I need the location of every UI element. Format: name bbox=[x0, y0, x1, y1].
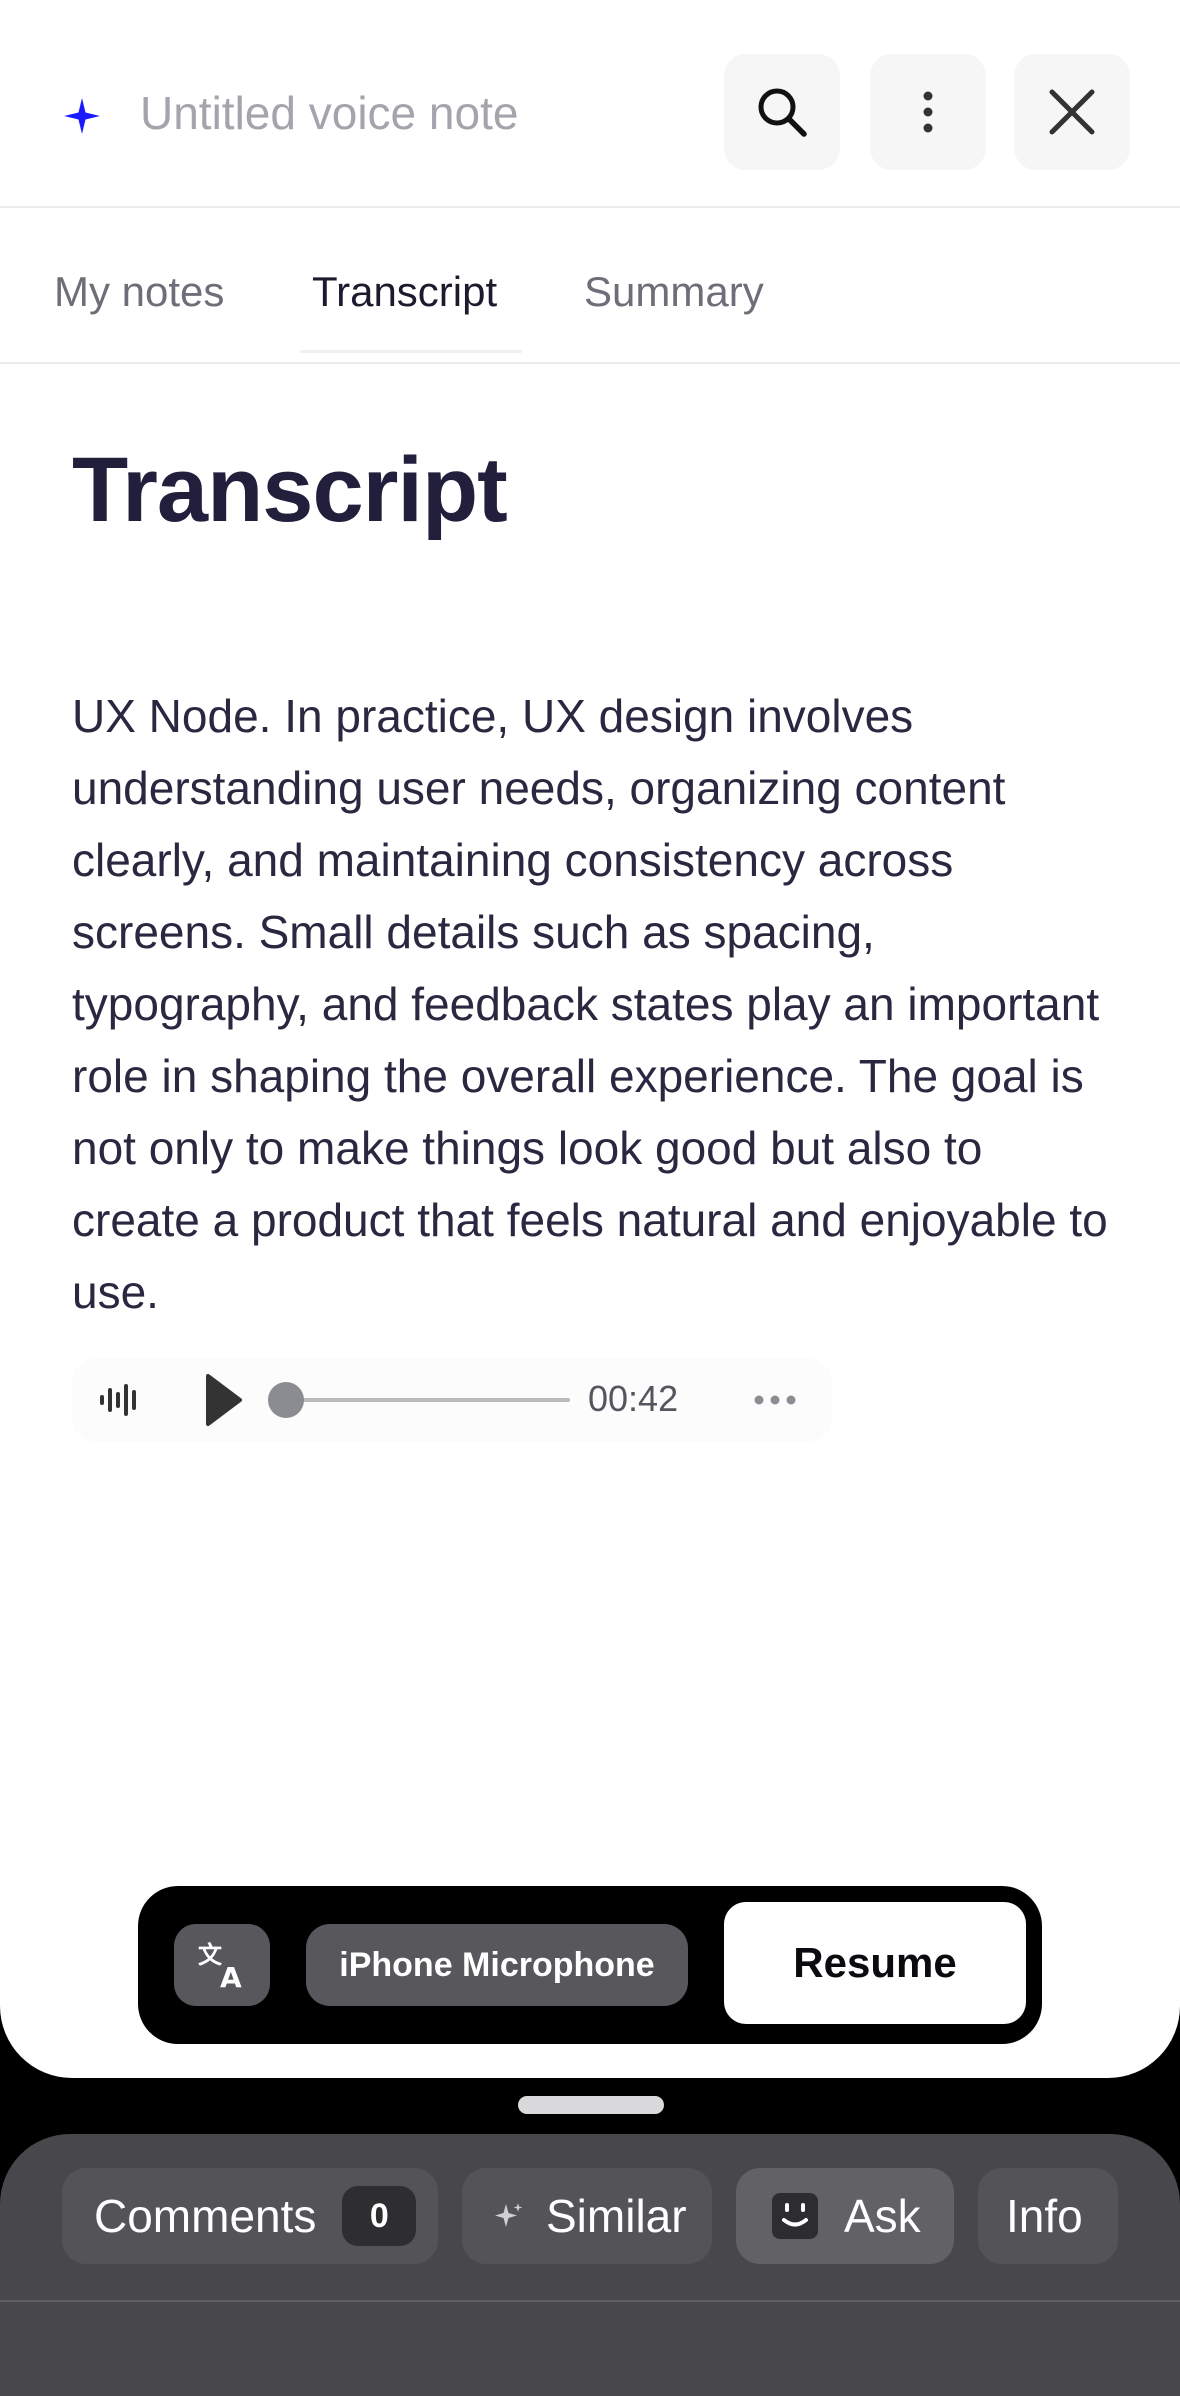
ask-label: Ask bbox=[844, 2190, 921, 2242]
microphone-selector[interactable]: iPhone Microphone bbox=[306, 1924, 688, 2006]
playback-track[interactable] bbox=[270, 1398, 570, 1402]
comments-count-badge: 0 bbox=[342, 2186, 417, 2246]
transcript-text: UX Node. In practice, UX design involves… bbox=[72, 690, 1108, 1318]
divider bbox=[0, 2300, 1180, 2302]
tab-summary[interactable]: Summary bbox=[584, 262, 764, 322]
bottom-action-bar: Comments 0 Similar Ask Info bbox=[0, 2134, 1180, 2396]
waveform-icon[interactable] bbox=[98, 1380, 142, 1420]
tab-bar: My notes Transcript Summary bbox=[0, 210, 1180, 364]
note-sheet: My notes Transcript Summary Transcript U… bbox=[0, 0, 1180, 2078]
close-button[interactable] bbox=[1014, 54, 1130, 170]
search-button[interactable] bbox=[724, 54, 840, 170]
playback-scrubber[interactable] bbox=[268, 1382, 304, 1418]
tab-my-notes[interactable]: My notes bbox=[54, 262, 224, 322]
play-icon[interactable] bbox=[204, 1372, 244, 1428]
drag-handle[interactable] bbox=[518, 2096, 664, 2114]
similar-label: Similar bbox=[546, 2190, 687, 2242]
info-label: Info bbox=[1006, 2190, 1083, 2242]
comments-label: Comments bbox=[94, 2190, 317, 2242]
comments-button[interactable]: Comments 0 bbox=[62, 2168, 438, 2264]
tab-transcript[interactable]: Transcript bbox=[312, 262, 497, 322]
more-options-button[interactable] bbox=[870, 54, 986, 170]
playback-duration: 00:42 bbox=[588, 1378, 679, 1419]
close-icon bbox=[1049, 89, 1095, 135]
search-icon bbox=[758, 88, 807, 137]
sparkle-icon bbox=[495, 2203, 523, 2227]
info-button[interactable]: Info bbox=[978, 2168, 1118, 2264]
note-title-input[interactable] bbox=[140, 80, 680, 146]
translate-button[interactable]: 文 A bbox=[174, 1924, 270, 2006]
translate-icon: 文 A bbox=[198, 1941, 242, 1993]
active-tab-indicator bbox=[300, 350, 522, 353]
note-header bbox=[0, 0, 1180, 208]
ask-button[interactable]: Ask bbox=[736, 2168, 954, 2264]
svg-text:A: A bbox=[220, 1961, 242, 1993]
audio-player: 00:42 bbox=[72, 1358, 832, 1442]
page-title: Transcript bbox=[72, 439, 508, 541]
resume-button[interactable]: Resume bbox=[724, 1902, 1026, 2024]
recording-controls: 文 A iPhone Microphone Resume bbox=[138, 1886, 1042, 2044]
smiley-icon bbox=[772, 2193, 818, 2239]
more-horizontal-icon[interactable] bbox=[752, 1392, 798, 1408]
similar-button[interactable]: Similar bbox=[462, 2168, 712, 2264]
more-vertical-icon bbox=[923, 91, 933, 133]
sparkle-icon bbox=[64, 98, 100, 134]
